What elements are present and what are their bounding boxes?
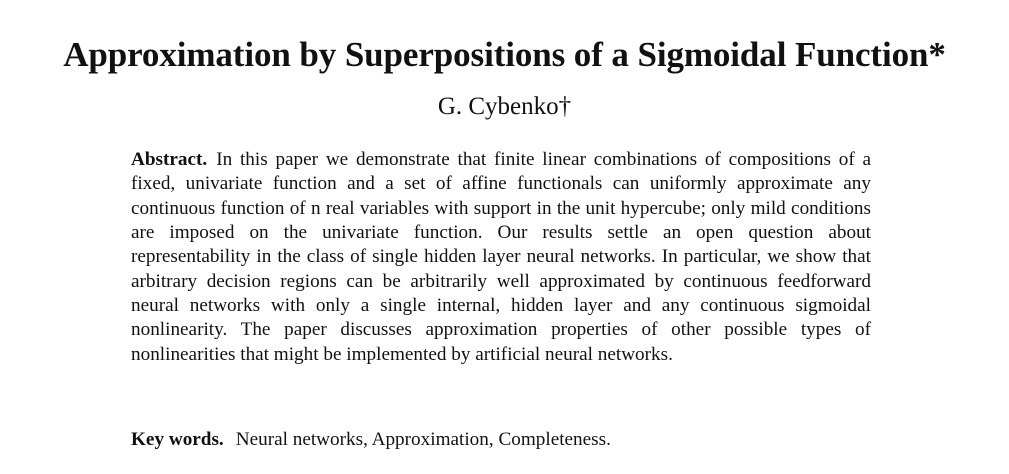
abstract-paragraph: Abstract. In this paper we demonstrate th…	[131, 148, 871, 367]
keywords-label: Key words.	[131, 429, 224, 450]
abstract-text: In this paper we demonstrate that finite…	[131, 149, 871, 365]
abstract-section: Abstract. In this paper we demonstrate th…	[131, 148, 871, 367]
abstract-label: Abstract.	[131, 149, 208, 170]
keywords-text: Neural networks, Approximation, Complete…	[235, 429, 611, 450]
keywords-section: Key words. Neural networks, Approximation…	[131, 428, 871, 452]
paper-title: Approximation by Superpositions of a Sig…	[63, 35, 946, 75]
author-name: G. Cybenko†	[437, 93, 572, 120]
